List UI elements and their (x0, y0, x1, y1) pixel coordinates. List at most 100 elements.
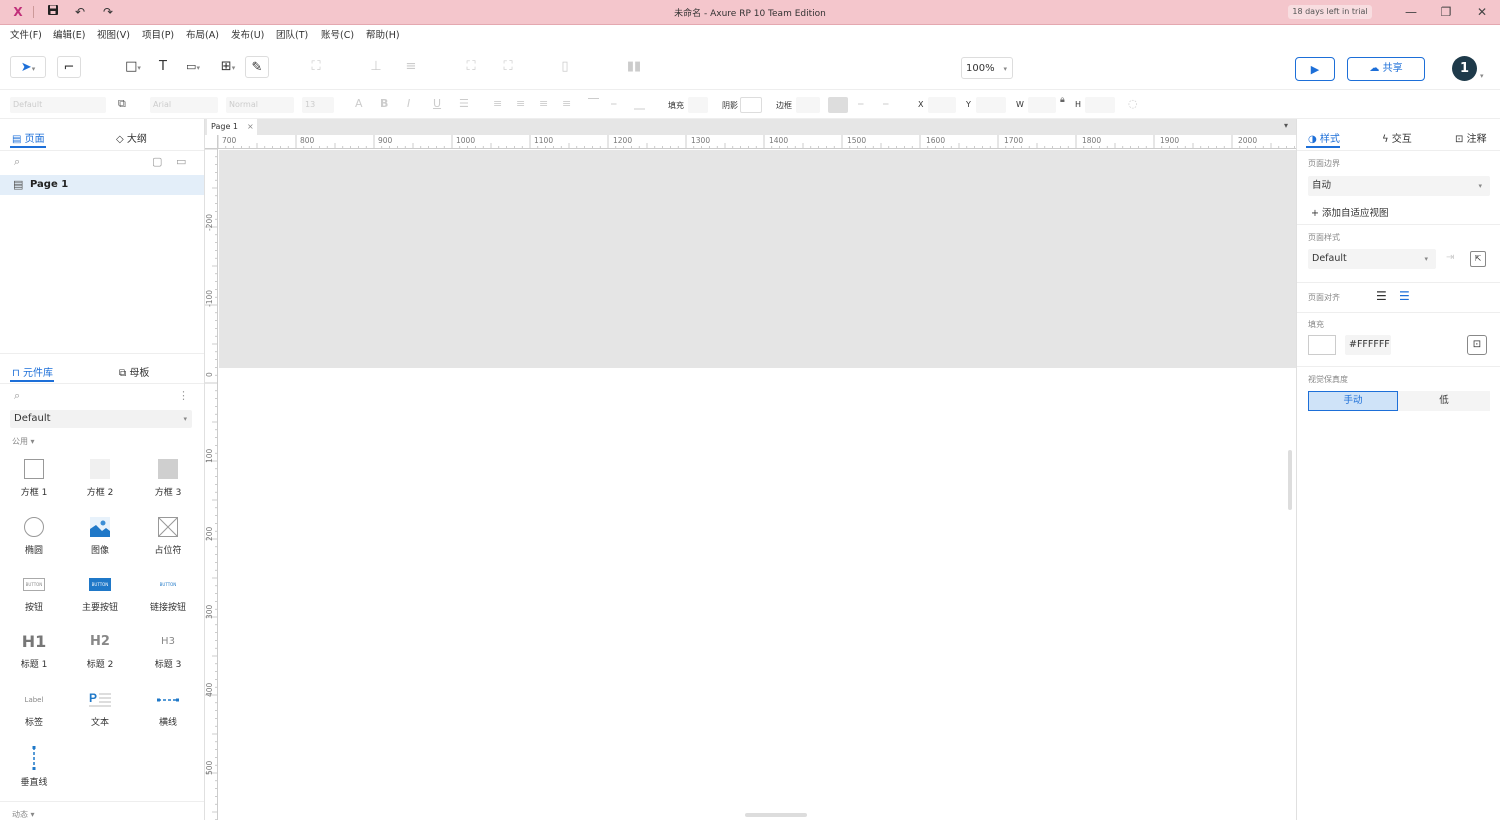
tab-outline[interactable]: ◇ 大纲 (116, 130, 147, 145)
widget-link-button[interactable]: BUTTON 链接按钮 (138, 578, 198, 613)
menu-view[interactable]: 视图(V) (97, 27, 130, 41)
close-icon[interactable]: ✕ (1472, 3, 1492, 21)
tab-list-chevron-icon[interactable]: ▾ (1284, 121, 1288, 130)
bullet-list-icon[interactable]: ☰ (459, 97, 469, 110)
ungroup-icon[interactable]: ▮▮ (624, 56, 644, 78)
widget-box1[interactable]: 方框 1 (4, 459, 64, 498)
font-select[interactable]: Arial (150, 97, 218, 113)
arrow-style-icon[interactable]: ⎯ (883, 97, 889, 111)
tab-interactions[interactable]: ϟ 交互 (1382, 130, 1412, 145)
reset-style-icon[interactable]: ⇥ (1446, 252, 1454, 263)
italic-icon[interactable]: I (407, 97, 410, 110)
widget-paragraph[interactable]: P 文本 (70, 690, 130, 728)
menu-file[interactable]: 文件(F) (10, 27, 42, 41)
rectangle-tool-icon[interactable]: □▾ (117, 56, 149, 78)
add-adaptive-view-link[interactable]: + 添加自适应视图 (1311, 205, 1388, 219)
preview-button[interactable]: ▶ (1295, 57, 1335, 81)
tab-library[interactable]: ⊓ 元件库 (12, 364, 53, 379)
share-button[interactable]: ☁ 共享 (1347, 57, 1425, 81)
widget-image[interactable]: 图像 (70, 517, 130, 556)
widget-hline[interactable]: 横线 (138, 690, 198, 728)
bring-front-icon[interactable]: ⛶ (461, 56, 481, 78)
hotspot-tool-icon[interactable]: ▭▾ (177, 56, 209, 78)
zoom-select[interactable]: 100% ▾ (961, 57, 1013, 79)
tab-masters[interactable]: ⧉ 母板 (119, 364, 149, 379)
valign-bottom-icon[interactable]: ⎽ (634, 97, 645, 111)
lock-aspect-icon[interactable]: 🔒︎ (1060, 95, 1065, 105)
widget-box3[interactable]: 方框 3 (138, 459, 198, 498)
shadow-swatch[interactable] (740, 97, 762, 113)
valign-top-icon[interactable]: ⎺ (588, 97, 599, 111)
menu-publish[interactable]: 发布(U) (231, 27, 264, 41)
horizontal-scrollbar[interactable] (745, 813, 807, 817)
widget-primary-button[interactable]: BUTTON 主要按钮 (70, 578, 130, 613)
widget-heading1[interactable]: H1 标题 1 (4, 632, 64, 670)
tab-style[interactable]: ◑ 样式 (1308, 130, 1340, 145)
align-center-icon[interactable]: ≡ (516, 97, 525, 110)
vertical-ruler[interactable]: -200 -100 0 100 200 300 400 500 (205, 149, 218, 820)
quality-low-button[interactable]: 低 (1398, 391, 1490, 411)
menu-project[interactable]: 项目(P) (142, 27, 174, 41)
widget-label[interactable]: Label 标签 (4, 690, 64, 728)
font-size-select[interactable]: 13 (302, 97, 334, 113)
underline-icon[interactable]: U (433, 97, 441, 110)
tab-pages[interactable]: ▤ 页面 (12, 130, 45, 145)
close-tab-icon[interactable]: × (247, 119, 254, 135)
align-left-icon[interactable]: ☰ (1376, 289, 1387, 303)
widget-heading3[interactable]: H3 标题 3 (138, 632, 198, 670)
x-input[interactable] (928, 97, 956, 113)
page-style-select[interactable]: Default ▾ (1308, 249, 1436, 269)
y-input[interactable] (976, 97, 1006, 113)
page-list-item[interactable]: ▤ Page 1 (0, 175, 204, 195)
group-icon[interactable]: ⛶ (306, 56, 326, 78)
align-left-icon[interactable]: ≡ (493, 97, 502, 110)
align-icon[interactable]: ⊥ (366, 56, 386, 78)
select-mode-button[interactable]: ➤▾ (10, 56, 46, 78)
widget-vline[interactable]: 垂直线 (4, 746, 64, 788)
font-color-icon[interactable]: A (355, 97, 363, 110)
distribute-icon[interactable]: ≡ (401, 56, 421, 78)
page-dimensions-select[interactable]: 自动 ▾ (1308, 176, 1490, 196)
menu-arrange[interactable]: 布局(A) (186, 27, 219, 41)
fill-image-icon[interactable]: ⊡ (1467, 335, 1487, 355)
align-center-icon[interactable]: ☰ (1399, 289, 1410, 303)
style-editor-icon[interactable]: ⧉ (118, 97, 126, 111)
avatar[interactable]: 1 (1452, 56, 1477, 81)
library-select[interactable]: Default ▾ (10, 410, 192, 428)
vertical-scrollbar[interactable] (1288, 450, 1292, 510)
trial-badge[interactable]: 18 days left in trial (1288, 5, 1372, 19)
widget-placeholder[interactable]: 占位符 (138, 516, 198, 556)
border-width-icon[interactable] (828, 97, 848, 113)
quality-manual-button[interactable]: 手动 (1308, 391, 1398, 411)
fill-color-swatch[interactable] (1308, 335, 1336, 355)
text-tool-icon[interactable]: T (153, 56, 173, 78)
menu-help[interactable]: 帮助(H) (366, 27, 400, 41)
fill-color-swatch[interactable] (688, 97, 708, 113)
fill-hex-input[interactable]: #FFFFFF (1345, 335, 1391, 355)
footer-group-label[interactable]: 动态 ▾ (12, 809, 35, 820)
border-style-icon[interactable]: ⎯ (858, 97, 864, 111)
widget-ellipse[interactable]: 椭圆 (4, 517, 64, 556)
valign-middle-icon[interactable]: ⎯ (611, 97, 617, 111)
align-right-icon[interactable]: ≡ (539, 97, 548, 110)
h-input[interactable] (1085, 97, 1115, 113)
style-select[interactable]: Default (10, 97, 106, 113)
horizontal-ruler[interactable]: 700 800 900 1000 1100 1200 1300 1400 150… (218, 135, 1296, 149)
minimize-icon[interactable]: — (1401, 3, 1421, 21)
send-back-icon[interactable]: ⛶ (498, 56, 518, 78)
add-page-icon[interactable]: ▢ (152, 155, 162, 168)
group-label[interactable]: 公用 ▾ (12, 436, 35, 447)
search-icon[interactable]: ⌕ (14, 155, 20, 169)
table-tool-icon[interactable]: ⊞▾ (213, 56, 243, 78)
pen-tool-icon[interactable]: ✎ (245, 56, 269, 78)
canvas-tab[interactable]: Page 1 × (207, 119, 257, 135)
font-weight-select[interactable]: Normal (226, 97, 294, 113)
restore-icon[interactable]: ❐ (1436, 3, 1456, 21)
widget-heading2[interactable]: H2 标题 2 (70, 632, 130, 670)
canvas-offpage-area[interactable] (219, 150, 1296, 368)
w-input[interactable] (1028, 97, 1056, 113)
lock-icon[interactable]: ▯ (555, 56, 575, 78)
more-options-icon[interactable]: ⋮ (178, 389, 189, 402)
library-search-icon[interactable]: ⌕ (14, 389, 20, 403)
tab-notes[interactable]: ⊡ 注释 (1455, 130, 1487, 145)
